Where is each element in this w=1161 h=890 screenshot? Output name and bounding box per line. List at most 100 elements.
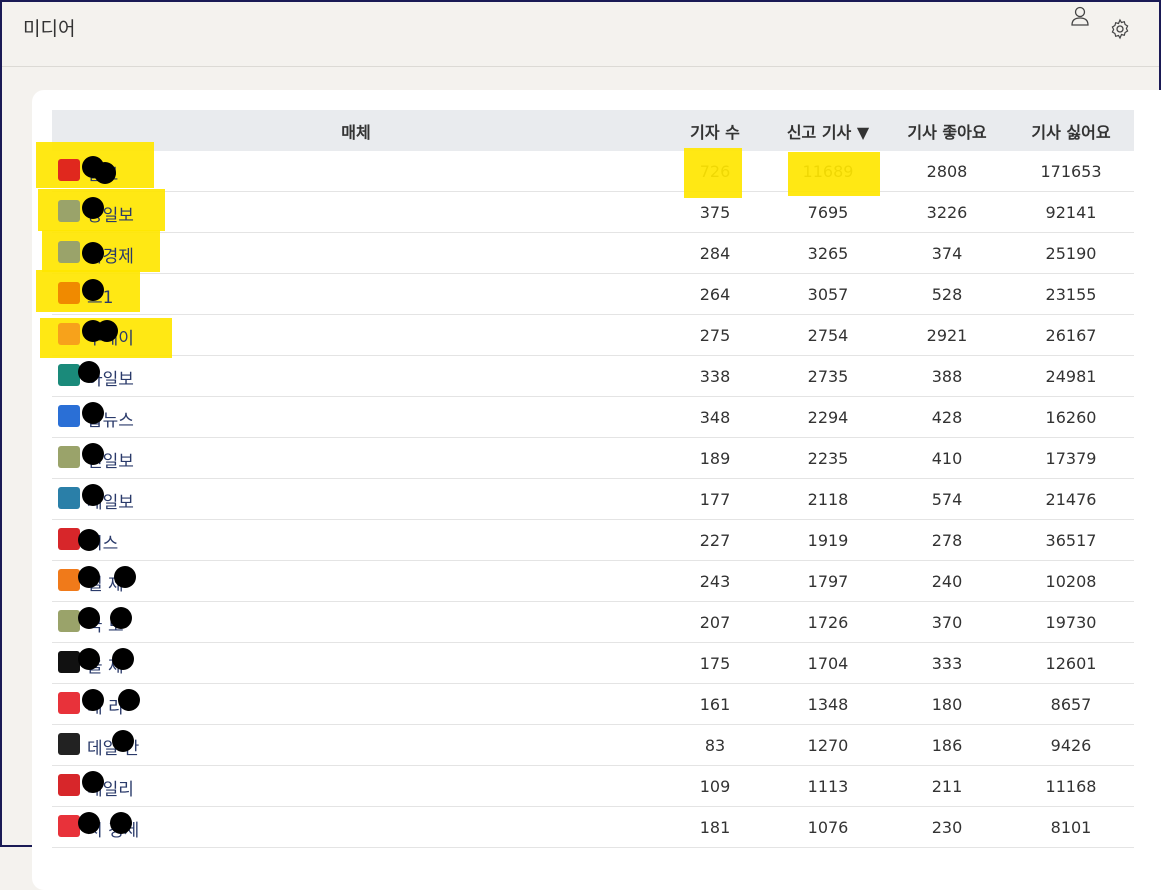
redaction-dot — [78, 607, 100, 629]
reports-cell: 2735 — [770, 355, 886, 397]
dislikes-cell: 16260 — [1008, 396, 1134, 438]
redaction-dot — [110, 607, 132, 629]
col-reports-sorted[interactable]: 신고 기사 ▼ — [770, 110, 886, 151]
col-likes[interactable]: 기사 좋아요 — [886, 110, 1008, 151]
table-row[interactable]: 국경제 284 3265 374 25190 — [52, 232, 1134, 274]
table-row[interactable]: 시 경제18110762308101 — [52, 806, 1134, 848]
table-row[interactable]: 앙일보 375 7695 3226 92141 — [52, 191, 1134, 233]
media-table-card: 매체 기자 수 신고 기사 ▼ 기사 좋아요 기사 싫어요 일보72611689… — [32, 90, 1161, 890]
reporters-cell: 181 — [660, 806, 770, 848]
media-cell[interactable]: 스1 — [52, 273, 660, 315]
media-cell[interactable]: 아일보 — [52, 355, 660, 397]
dislikes-cell: 12601 — [1008, 642, 1134, 684]
dislikes-cell: 10208 — [1008, 560, 1134, 602]
likes-cell: 428 — [886, 396, 1008, 438]
media-cell[interactable]: 데 리 — [52, 683, 660, 725]
reports-cell: 2118 — [770, 478, 886, 520]
likes-cell: 410 — [886, 437, 1008, 479]
table-row[interactable]: 데일 안 83 1270 186 9426 — [52, 724, 1134, 766]
table-row[interactable]: 시스 227 1919 278 36517 — [52, 519, 1134, 561]
media-cell[interactable]: 일 제 — [52, 560, 660, 602]
redaction-dot — [82, 484, 104, 506]
redaction-dot — [78, 566, 100, 588]
media-logo-icon — [58, 528, 80, 550]
media-logo-icon — [58, 405, 80, 427]
reports-cell: 1076 — [770, 806, 886, 848]
redaction-dot — [110, 812, 132, 834]
likes-cell: 278 — [886, 519, 1008, 561]
likes-cell: 211 — [886, 765, 1008, 807]
dislikes-cell: 17379 — [1008, 437, 1134, 479]
redaction-dot — [82, 279, 104, 301]
reports-cell: 1919 — [770, 519, 886, 561]
table-row[interactable]: 일보726116892808171653 — [52, 151, 1134, 192]
reporters-cell: 264 — [660, 273, 770, 315]
table-row[interactable]: 투데이2752754292126167 — [52, 314, 1134, 356]
table-row[interactable]: 일 제 243 1797 240 10208 — [52, 560, 1134, 602]
dislikes-cell: 92141 — [1008, 191, 1134, 233]
likes-cell: 528 — [886, 273, 1008, 315]
table-row[interactable]: 합뉴스 348 2294 428 16260 — [52, 396, 1134, 438]
likes-cell: 186 — [886, 724, 1008, 766]
reporters-cell: 189 — [660, 437, 770, 479]
reporters-cell: 275 — [660, 314, 770, 356]
redaction-dot — [82, 402, 104, 424]
media-logo-icon — [58, 733, 80, 755]
table-row[interactable]: 울 제 175 1704 333 12601 — [52, 642, 1134, 684]
col-dislikes[interactable]: 기사 싫어요 — [1008, 110, 1134, 151]
media-cell[interactable]: 울 제 — [52, 642, 660, 684]
likes-cell: 2808 — [886, 151, 1008, 192]
media-logo-icon — [58, 364, 80, 386]
table-row[interactable]: 민일보 189 2235 410 17379 — [52, 437, 1134, 479]
reports-cell: 2294 — [770, 396, 886, 438]
table-row[interactable]: 스1264305752823155 — [52, 273, 1134, 315]
media-cell[interactable]: 데일 안 — [52, 724, 660, 766]
media-logo-icon — [58, 282, 80, 304]
table-row[interactable]: 데 리 161 1348 180 8657 — [52, 683, 1134, 725]
reports-cell: 1348 — [770, 683, 886, 725]
reporters-cell: 338 — [660, 355, 770, 397]
media-cell[interactable]: 국 보 — [52, 601, 660, 643]
dislikes-cell: 24981 — [1008, 355, 1134, 397]
media-logo-icon — [58, 815, 80, 837]
media-cell[interactable]: 시 경제 — [52, 806, 660, 848]
dislikes-cell: 36517 — [1008, 519, 1134, 561]
dislikes-cell: 26167 — [1008, 314, 1134, 356]
table-row[interactable]: 계일보 177 2118 574 21476 — [52, 478, 1134, 520]
user-icon[interactable] — [1069, 5, 1091, 27]
likes-cell: 388 — [886, 355, 1008, 397]
redaction-dot — [82, 242, 104, 264]
media-table: 매체 기자 수 신고 기사 ▼ 기사 좋아요 기사 싫어요 일보72611689… — [52, 110, 1134, 848]
media-cell[interactable]: 시스 — [52, 519, 660, 561]
dislikes-cell: 23155 — [1008, 273, 1134, 315]
col-reporters[interactable]: 기자 수 — [660, 110, 770, 151]
media-logo-icon — [58, 569, 80, 591]
reports-cell: 1113 — [770, 765, 886, 807]
reporters-cell: 161 — [660, 683, 770, 725]
dislikes-cell: 25190 — [1008, 232, 1134, 274]
likes-cell: 230 — [886, 806, 1008, 848]
dislikes-cell: 171653 — [1008, 151, 1134, 192]
reporters-cell: 227 — [660, 519, 770, 561]
media-cell[interactable]: 데일리 — [52, 765, 660, 807]
media-logo-icon — [58, 159, 80, 181]
media-cell[interactable]: 민일보 — [52, 437, 660, 479]
gear-icon[interactable] — [1109, 18, 1131, 40]
highlight-mark — [684, 148, 742, 198]
table-header: 매체 기자 수 신고 기사 ▼ 기사 좋아요 기사 싫어요 — [52, 110, 1134, 151]
dislikes-cell: 9426 — [1008, 724, 1134, 766]
table-row[interactable]: 데일리 109 1113 211 11168 — [52, 765, 1134, 807]
redaction-dot — [82, 689, 104, 711]
media-logo-icon — [58, 200, 80, 222]
redaction-dot — [82, 771, 104, 793]
table-row[interactable]: 국 보 207 1726 370 19730 — [52, 601, 1134, 643]
reporters-cell: 284 — [660, 232, 770, 274]
top-bar: 미디어 — [2, 2, 1159, 67]
redaction-dot — [82, 443, 104, 465]
table-row[interactable]: 아일보 338 2735 388 24981 — [52, 355, 1134, 397]
media-logo-icon — [58, 610, 80, 632]
reports-cell: 2754 — [770, 314, 886, 356]
media-cell[interactable]: 계일보 — [52, 478, 660, 520]
media-cell[interactable]: 합뉴스 — [52, 396, 660, 438]
media-logo-icon — [58, 774, 80, 796]
